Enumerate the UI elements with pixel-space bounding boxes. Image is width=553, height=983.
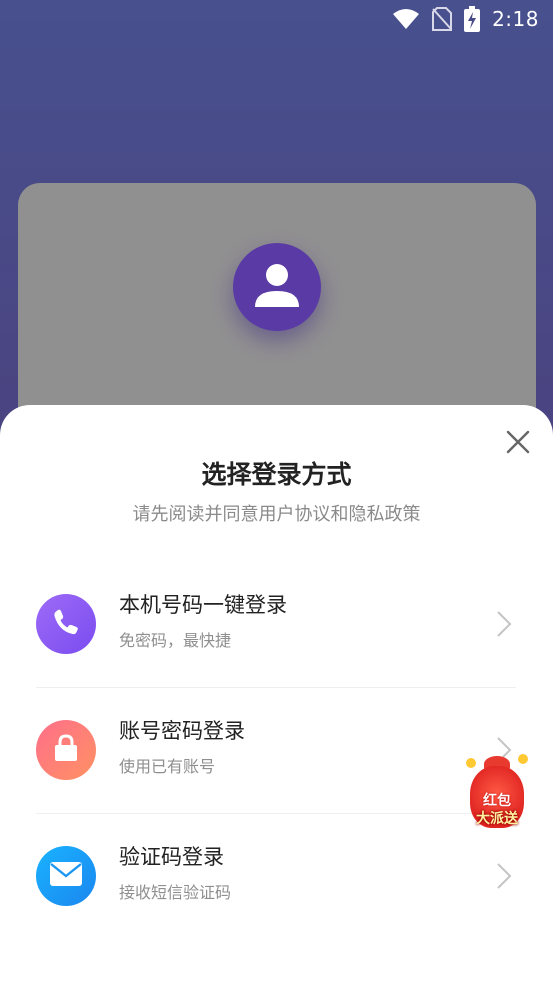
- option-label: 验证码登录: [119, 845, 224, 869]
- person-icon: [251, 259, 303, 315]
- chevron-right-icon: [496, 862, 512, 890]
- red-packet-promo-button[interactable]: 红包 大派送: [462, 752, 532, 832]
- one-click-login-option[interactable]: 本机号码一键登录 免密码，最快捷: [36, 561, 516, 688]
- sms-code-login-option[interactable]: 验证码登录 接收短信验证码: [36, 813, 516, 939]
- sheet-title: 选择登录方式: [201, 460, 352, 489]
- mail-icon: [49, 861, 83, 891]
- option-label: 本机号码一键登录: [119, 593, 287, 617]
- red-packet-line2: 大派送: [476, 811, 518, 827]
- status-bar: 2:18: [0, 0, 553, 38]
- avatar: [233, 243, 321, 331]
- no-sim-icon: [432, 7, 453, 31]
- coin-decoration: [466, 758, 476, 768]
- password-login-option[interactable]: 账号密码登录 使用已有账号: [36, 687, 516, 814]
- option-description: 使用已有账号: [119, 757, 216, 776]
- phone-icon-circle: [36, 594, 96, 654]
- privacy-agreement-text[interactable]: 请先阅读并同意用户协议和隐私政策: [0, 500, 553, 526]
- chevron-right-icon: [496, 610, 512, 638]
- login-method-sheet: 选择登录方式 请先阅读并同意用户协议和隐私政策 本机号码一键登录 免密码，最快捷: [0, 405, 553, 983]
- option-description: 接收短信验证码: [119, 883, 232, 902]
- lock-icon: [51, 733, 81, 767]
- battery-charging-icon: [464, 6, 481, 32]
- coin-decoration: [518, 754, 528, 764]
- mail-icon-circle: [36, 846, 96, 906]
- option-label: 账号密码登录: [119, 719, 245, 743]
- status-time: 2:18: [492, 7, 539, 31]
- lock-icon-circle: [36, 720, 96, 780]
- option-description: 免密码，最快捷: [119, 631, 232, 650]
- phone-icon: [51, 607, 81, 641]
- close-button[interactable]: [505, 429, 531, 455]
- red-packet-line1: 红包: [483, 793, 511, 809]
- login-screen: 2:18 选择登录方式 请先阅读并同意用户协议和隐私政策 本机号码一键登录 免密…: [0, 0, 553, 983]
- wifi-icon: [392, 8, 420, 30]
